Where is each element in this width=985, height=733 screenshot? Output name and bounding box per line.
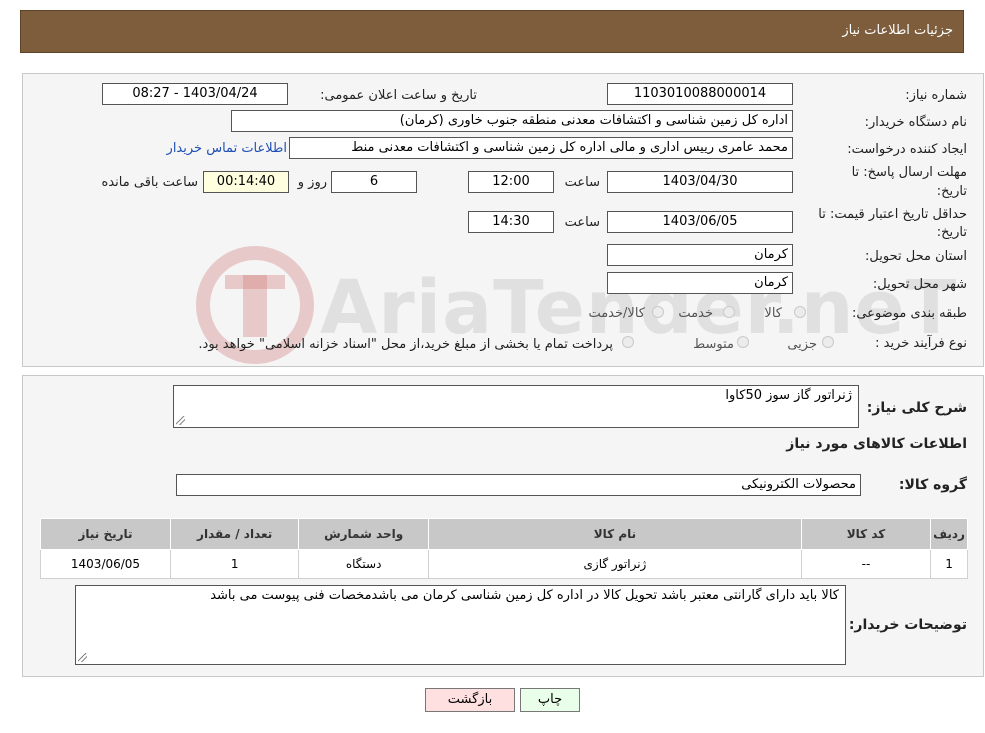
process-radio-minor[interactable] (822, 336, 834, 348)
need-summary-text: ژنراتور گاز سوز 50کاوا (725, 388, 852, 403)
province-field: کرمان (607, 244, 793, 266)
need-summary-field: ژنراتور گاز سوز 50کاوا (173, 385, 859, 428)
price-validity-time-label: ساعت (564, 215, 600, 230)
time-remaining-field: 00:14:40 (203, 171, 289, 193)
province-label: استان محل تحویل: (865, 249, 967, 264)
process-treasury-note: پرداخت تمام یا بخشی از مبلغ خرید،از محل … (198, 337, 613, 352)
price-validity-time-field: 14:30 (468, 211, 554, 233)
category-radio-goods-service[interactable] (652, 306, 664, 318)
process-option-minor: جزیی (787, 337, 817, 352)
process-radio-medium[interactable] (737, 336, 749, 348)
print-button[interactable]: چاپ (520, 688, 580, 712)
col-code: کد کالا (800, 518, 932, 550)
category-radio-service[interactable] (723, 306, 735, 318)
col-name: نام کالا (427, 518, 802, 550)
need-number-label: شماره نیاز: (905, 88, 967, 103)
buyer-org-field: اداره کل زمین شناسی و اکتشافات معدنی منط… (231, 110, 793, 132)
time-remaining-label: ساعت باقی مانده (101, 175, 198, 190)
city-field: کرمان (607, 272, 793, 294)
need-summary-label: شرح کلی نیاز: (866, 400, 967, 416)
cell-row: 1 (930, 549, 968, 579)
resize-grip-icon[interactable] (78, 653, 87, 662)
goods-group-label: گروه کالا: (898, 477, 967, 493)
col-date: تاریخ نیاز (40, 518, 171, 550)
goods-group-field: محصولات الکترونیکی (176, 474, 861, 496)
price-validity-date-field: 1403/06/05 (607, 211, 793, 233)
process-radio-treasury[interactable] (622, 336, 634, 348)
category-option-goods-service: کالا/خدمت (588, 306, 645, 321)
goods-info-title: اطلاعات کالاهای مورد نیاز (786, 436, 967, 452)
need-number-field: 1103010088000014 (607, 83, 793, 105)
cell-code: -- (800, 549, 932, 579)
buyer-contact-link[interactable]: اطلاعات تماس خریدار (167, 141, 287, 156)
days-label: روز و (297, 175, 327, 190)
creator-label: ایجاد کننده درخواست: (847, 142, 967, 157)
price-validity-label-date: تاریخ: (936, 225, 967, 240)
cell-date: 1403/06/05 (40, 549, 171, 579)
deadline-time-label: ساعت (564, 175, 600, 190)
deadline-label-date: تاریخ: (936, 184, 967, 199)
deadline-date-field: 1403/04/30 (607, 171, 793, 193)
days-remaining-field: 6 (331, 171, 417, 193)
cell-unit: دستگاه (298, 549, 429, 579)
category-option-service: خدمت (678, 306, 713, 321)
col-unit: واحد شمارش (298, 518, 429, 550)
creator-field: محمد عامری رییس اداری و مالی اداره کل زم… (289, 137, 793, 159)
buyer-org-label: نام دستگاه خریدار: (864, 115, 967, 130)
cell-name: ژنراتور گازی (427, 549, 802, 579)
page-title: جزئیات اطلاعات نیاز (842, 23, 953, 38)
resize-grip-icon[interactable] (176, 416, 185, 425)
category-label: طبقه بندی موضوعی: (851, 306, 967, 321)
deadline-time-field: 12:00 (468, 171, 554, 193)
announce-datetime-field: 1403/04/24 - 08:27 (102, 83, 288, 105)
col-row: ردیف (930, 518, 968, 550)
table-row: 1 -- ژنراتور گازی دستگاه 1 1403/06/05 (40, 549, 968, 579)
process-option-medium: متوسط (693, 337, 734, 352)
buyer-notes-label: توضیحات خریدار: (848, 617, 967, 633)
category-radio-goods[interactable] (794, 306, 806, 318)
cell-quantity: 1 (169, 549, 300, 579)
city-label: شهر محل تحویل: (872, 277, 967, 292)
goods-table: ردیف کد کالا نام کالا واحد شمارش تعداد /… (40, 518, 968, 579)
col-quantity: تعداد / مقدار (169, 518, 300, 550)
category-option-goods: کالا (764, 306, 782, 321)
process-type-label: نوع فرآیند خرید : (875, 336, 967, 351)
buyer-notes-field: کالا باید دارای گارانتی معتبر باشد تحویل… (75, 585, 846, 665)
page-header: جزئیات اطلاعات نیاز (20, 10, 964, 53)
deadline-label: مهلت ارسال پاسخ: تا (851, 165, 967, 180)
buyer-notes-text: کالا باید دارای گارانتی معتبر باشد تحویل… (210, 588, 839, 603)
announce-datetime-label: تاریخ و ساعت اعلان عمومی: (320, 88, 477, 103)
price-validity-label: حداقل تاریخ اعتبار قیمت: تا (818, 207, 967, 222)
back-button[interactable]: بازگشت (425, 688, 515, 712)
goods-table-header: ردیف کد کالا نام کالا واحد شمارش تعداد /… (40, 518, 968, 550)
